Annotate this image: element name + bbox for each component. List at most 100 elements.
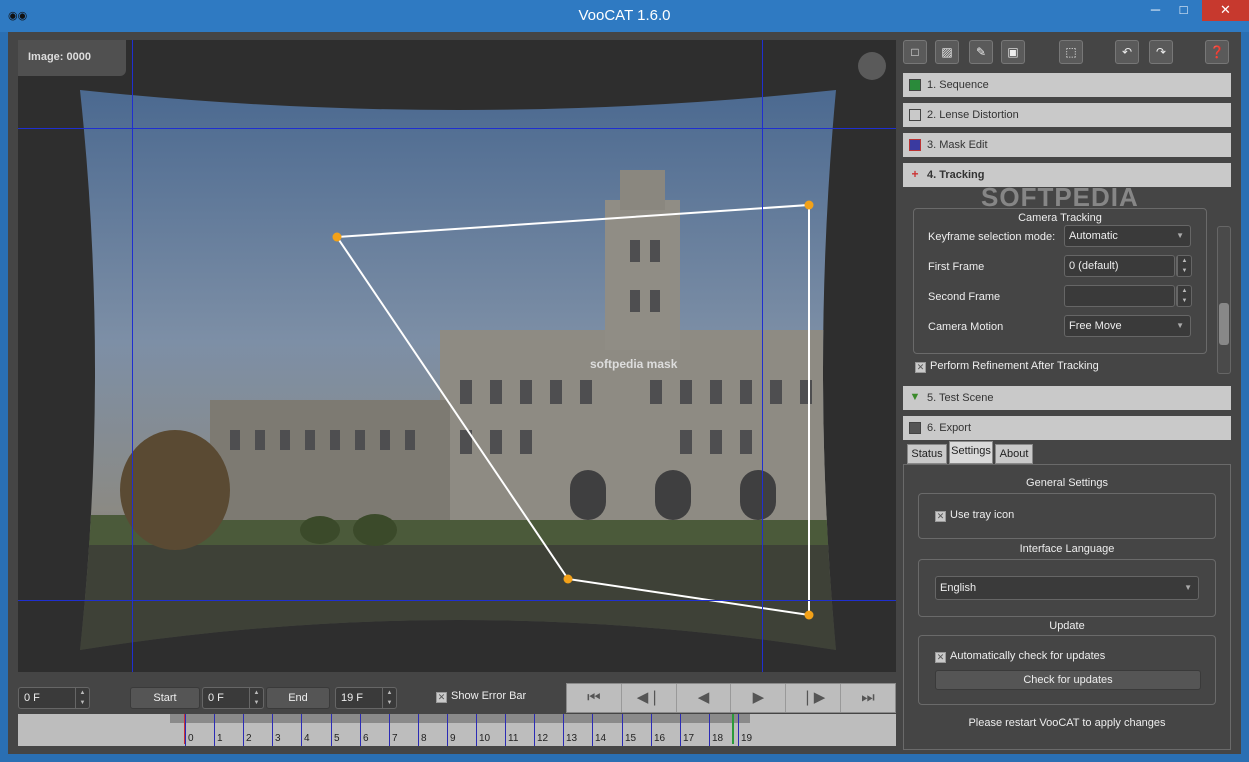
window-title: VooCAT 1.6.0 (578, 7, 671, 24)
end-frame-spinbox[interactable]: 19 F ▲ ▼ (335, 687, 397, 709)
checkbox-checked-icon[interactable]: ✕ (436, 692, 447, 703)
current-frame-spinbox[interactable]: 0 F ▲ ▼ (18, 687, 90, 709)
general-settings-title: General Settings (1026, 477, 1108, 489)
timeline-frame-number: 19 (741, 733, 753, 744)
timeline-tick (563, 714, 564, 746)
timeline-tick (447, 714, 448, 746)
help-icon[interactable]: ❓ (1205, 40, 1229, 64)
second-frame-label: Second Frame (928, 291, 1001, 303)
first-frame-spinbox[interactable]: 0 (default) (1064, 255, 1175, 277)
spin-arrows-icon[interactable]: ▲ ▼ (382, 688, 396, 708)
second-frame-spin-arrows[interactable]: ▲ ▼ (1176, 285, 1192, 307)
image-number-label: Image: 0000 (18, 40, 126, 76)
timeline-frame-number: 15 (625, 733, 637, 744)
main-window: softpedia mask Image: 0000 0 F ▲ ▼ Start … (8, 32, 1241, 754)
timeline-frame-number: 6 (363, 733, 369, 744)
show-error-bar-checkbox[interactable]: ✕ Show Error Bar (436, 690, 526, 703)
checkbox-checked-icon[interactable]: ✕ (915, 362, 926, 373)
workflow-panel: □ ▨ ✎ ▣ ⬚ ↶ ↷ ❓ 1. Sequence 2. Lense Dis… (901, 38, 1231, 754)
first-frame-spin-arrows[interactable]: ▲ ▼ (1176, 255, 1192, 277)
section-label: 2. Lense Distortion (927, 109, 1019, 121)
mask-label: softpedia mask (590, 357, 678, 371)
distorted-photo (80, 90, 836, 650)
refinement-checkbox[interactable]: ✕ Perform Refinement After Tracking (915, 360, 1099, 373)
language-value: English (940, 582, 977, 594)
first-frame-button[interactable]: ⏮ (567, 684, 622, 712)
tray-icon-checkbox[interactable]: ✕ Use tray icon (935, 509, 1014, 522)
end-frame-value: 19 F (341, 692, 364, 704)
start-frame-spinbox[interactable]: 0 F ▲ ▼ (202, 687, 264, 709)
open-project-icon[interactable]: ▨ (935, 40, 959, 64)
section-label: 6. Export (927, 422, 972, 434)
end-button[interactable]: End (266, 687, 330, 709)
timeline-tick (272, 714, 273, 746)
first-frame-value: 0 (default) (1069, 260, 1119, 272)
camera-motion-label: Camera Motion (928, 321, 1004, 333)
second-frame-spinbox[interactable] (1064, 285, 1175, 307)
minimize-button[interactable]: ─ (1142, 0, 1169, 21)
section-mask-edit[interactable]: 3. Mask Edit (903, 133, 1231, 157)
undo-icon[interactable]: ↶ (1115, 40, 1139, 64)
image-viewport[interactable]: softpedia mask Image: 0000 (18, 40, 896, 672)
keyframe-mode-select[interactable]: Automatic ▼ (1064, 225, 1191, 247)
timeline-frame-number: 4 (304, 733, 310, 744)
checkbox-checked-icon[interactable]: ✕ (935, 511, 946, 522)
save-project-icon[interactable]: ▣ (1001, 40, 1025, 64)
play-button[interactable]: ▶ (731, 684, 787, 712)
spin-arrows-icon[interactable]: ▲ ▼ (1177, 256, 1191, 276)
softpedia-watermark: SOFTPEDIA (981, 182, 1139, 212)
section-test-scene[interactable]: ▼ 5. Test Scene (903, 386, 1231, 410)
timeline-frame-number: 8 (421, 733, 427, 744)
section-sequence[interactable]: 1. Sequence (903, 73, 1231, 97)
edit-project-icon[interactable]: ✎ (969, 40, 993, 64)
auto-check-checkbox[interactable]: ✕ Automatically check for updates (935, 650, 1105, 663)
viewport-indicator[interactable] (858, 52, 886, 80)
tab-about[interactable]: About (995, 444, 1033, 464)
timeline-frame-number: 11 (508, 733, 519, 744)
refinement-label: Perform Refinement After Tracking (930, 360, 1099, 372)
auto-check-label: Automatically check for updates (950, 650, 1106, 662)
spin-arrows-icon[interactable]: ▲ ▼ (249, 688, 263, 708)
selection-tool-icon[interactable]: ⬚ (1059, 40, 1083, 64)
timeline[interactable]: 0 1 2 3 4 5 6 7 8 9 10 11 12 13 14 15 16 17 18 19 (18, 714, 896, 746)
language-select[interactable]: English ▼ (935, 576, 1199, 600)
next-keyframe-button[interactable]: ❘▶ (786, 684, 842, 712)
timeline-frame-number: 17 (683, 733, 695, 744)
timeline-tick (651, 714, 652, 746)
section-lense-distortion[interactable]: 2. Lense Distortion (903, 103, 1231, 127)
new-project-icon[interactable]: □ (903, 40, 927, 64)
scrollbar-thumb[interactable] (1219, 303, 1229, 345)
redo-icon[interactable]: ↷ (1149, 40, 1173, 64)
tab-status[interactable]: Status (907, 444, 947, 464)
camera-motion-select[interactable]: Free Move ▼ (1064, 315, 1191, 337)
timeline-tick (389, 714, 390, 746)
close-button[interactable]: ✕ (1202, 0, 1249, 21)
section-label: 4. Tracking (927, 169, 985, 181)
timeline-tick (680, 714, 681, 746)
chevron-down-icon: ▼ (1176, 321, 1184, 330)
update-group: ✕ Automatically check for updates Check f… (918, 635, 1216, 705)
start-button[interactable]: Start (130, 687, 200, 709)
timeline-frame-number: 18 (712, 733, 724, 744)
last-frame-button[interactable]: ⏭ (841, 684, 895, 712)
check-for-updates-button[interactable]: Check for updates (935, 670, 1201, 690)
maximize-button[interactable]: □ (1170, 0, 1197, 21)
timeline-tick (301, 714, 302, 746)
lense-distortion-icon (909, 109, 921, 121)
timeline-tick (738, 714, 739, 746)
tracking-icon: + (911, 167, 919, 181)
end-marker[interactable] (732, 714, 734, 744)
chevron-down-icon: ▼ (1176, 231, 1184, 240)
spin-arrows-icon[interactable]: ▲ ▼ (1177, 286, 1191, 306)
previous-frame-button[interactable]: ◀ (677, 684, 732, 712)
checkbox-checked-icon[interactable]: ✕ (935, 652, 946, 663)
camera-tracking-title: Camera Tracking (1018, 212, 1102, 224)
section-export[interactable]: 6. Export (903, 416, 1231, 440)
tracking-scrollbar[interactable] (1217, 226, 1231, 374)
spin-arrows-icon[interactable]: ▲ ▼ (75, 688, 89, 708)
timeline-tick (418, 714, 419, 746)
distortion-guide-line (18, 600, 896, 601)
start-frame-value: 0 F (208, 692, 224, 704)
previous-keyframe-button[interactable]: ◀❘ (622, 684, 677, 712)
tab-settings[interactable]: Settings (949, 441, 993, 464)
